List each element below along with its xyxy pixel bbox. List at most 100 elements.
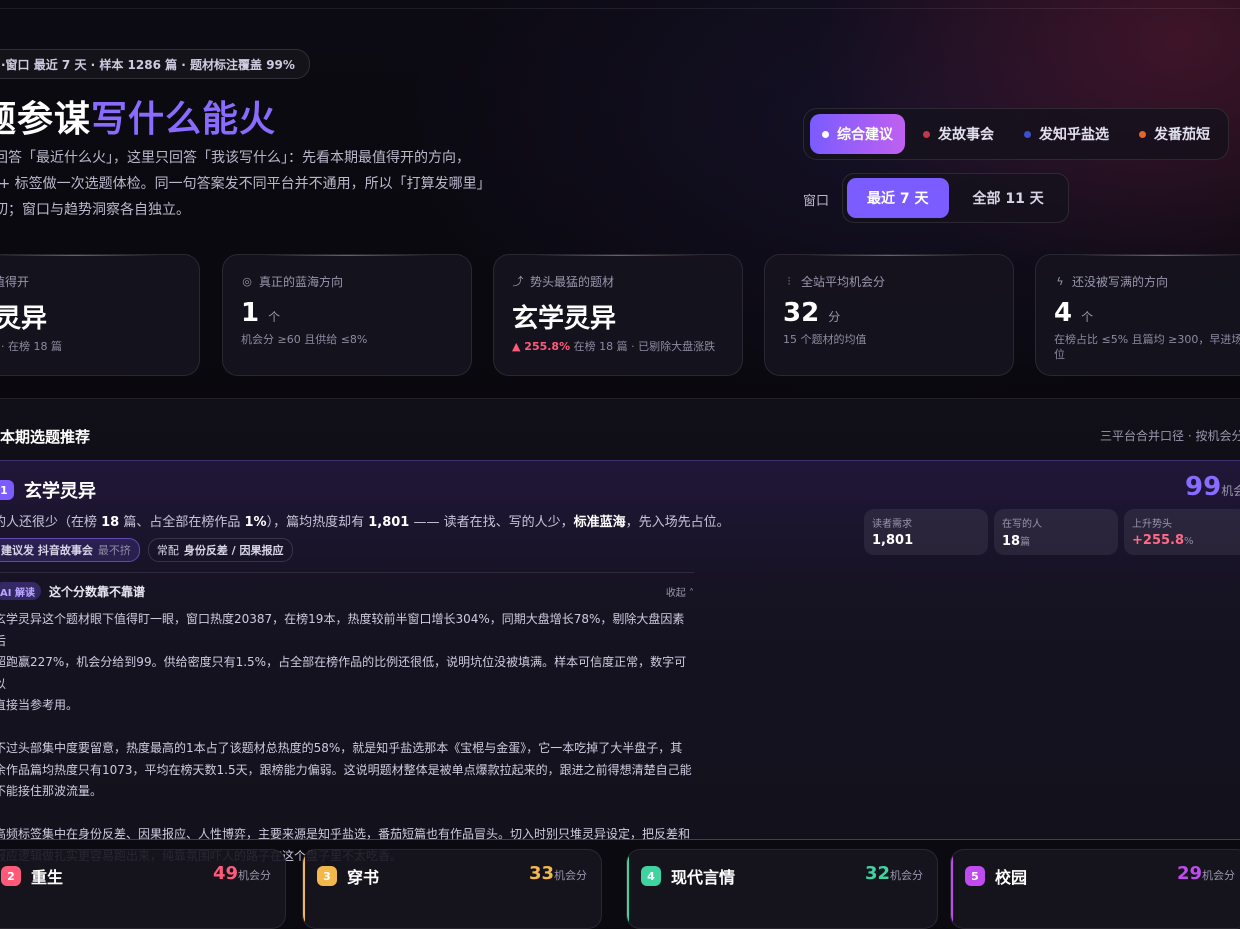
- stat-sub: 分 99 · 在榜 18 篇: [0, 340, 62, 353]
- card-score: 33机会分: [529, 863, 587, 884]
- featured-metrics: 读者需求 1,801 在写的人 18篇 上升势头 +255.8%: [864, 509, 1240, 555]
- metric-unit: %: [1184, 536, 1194, 547]
- tag-combo-chip[interactable]: 常配 身份反差 / 因果报应: [147, 538, 293, 562]
- window-option-7d[interactable]: 最近 7 天: [847, 178, 949, 218]
- window-label: 窗口: [803, 194, 830, 209]
- window-option-all[interactable]: 全部 11 天: [953, 178, 1064, 218]
- stat-card-unfilled: ϟ 还没被写满的方向 4 个 在榜占比 ≤5% 且篇均 ≥300，早进场 位: [1035, 254, 1240, 376]
- summary-strong: 1%: [244, 515, 267, 530]
- summary-text: ），篇均热度却有: [266, 515, 369, 530]
- summary-text: 写的人还很少（在榜: [0, 515, 98, 530]
- topic-card-book-transmigration[interactable]: 3 穿书 33机会分: [302, 849, 602, 929]
- page-title-purple: 写什么能火: [91, 99, 277, 140]
- stat-unit: 个: [1081, 310, 1094, 324]
- score-unit: 机会分: [1202, 869, 1235, 882]
- summary-strong: 18: [101, 515, 120, 530]
- page-title: 题参谋写什么能火: [0, 90, 276, 142]
- stat-label: 期最值得开: [0, 273, 181, 290]
- sample-info-text: ·窗口 最近 7 天 · 样本 1286 篇 · 题材标注覆盖 99%: [1, 57, 295, 72]
- tab-comprehensive[interactable]: 综合建议: [810, 114, 905, 154]
- stat-label-text: 期最值得开: [0, 275, 30, 289]
- stat-value-text: 32: [783, 298, 820, 328]
- stat-label-text: 全站平均机会分: [801, 275, 886, 289]
- stat-value-text: 1: [241, 298, 260, 328]
- card-name: 重生: [31, 868, 64, 887]
- summary-text: —— 读者在找、写的人少，: [409, 515, 574, 530]
- stat-label: ⫶ 全站平均机会分: [783, 273, 995, 290]
- stat-value-text: 玄学灵异: [512, 304, 617, 334]
- topic-card-campus[interactable]: 5 校园 29机会分: [950, 849, 1240, 929]
- card-header: 2 重生: [1, 864, 63, 888]
- dot-icon: [1139, 130, 1146, 138]
- ai-divider: [0, 572, 694, 573]
- chip-strong: 身份反差 / 因果报应: [183, 544, 284, 557]
- score-unit: 机会分: [554, 869, 587, 882]
- card-accent: [303, 850, 305, 928]
- stat-value: 玄学灵异: [512, 298, 724, 335]
- window-toggle: 最近 7 天 全部 11 天: [842, 173, 1069, 223]
- page-title-white: 题参谋: [0, 99, 92, 140]
- metric-supply: 在写的人 18篇: [994, 509, 1118, 555]
- target-icon: ◎: [242, 274, 252, 288]
- stat-label-text: 真正的蓝海方向: [259, 275, 344, 289]
- dot-icon: [822, 130, 829, 138]
- ai-interpretation-header: AI 解读 这个分数靠不靠谱 收起 ˄: [0, 582, 694, 600]
- stat-growth: ▲ 255.8%: [512, 340, 571, 353]
- stat-value: 1 个: [241, 298, 453, 328]
- topic-card-modern-romance[interactable]: 4 现代言情 32机会分: [626, 849, 938, 929]
- stat-card-average: ⫶ 全站平均机会分 32 分 15 个题材的均值: [764, 254, 1014, 376]
- platform-suggestion-chip[interactable]: 建议发 抖音故事会 最不挤: [0, 538, 140, 562]
- score-value: 29: [1176, 863, 1202, 884]
- topic-card-rebirth[interactable]: 2 重生 49机会分: [0, 849, 286, 929]
- stat-card-blue-ocean: ◎ 真正的蓝海方向 1 个 机会分 ≥60 且供给 ≤8%: [222, 254, 472, 376]
- score-value: 49: [212, 863, 238, 884]
- rank-badge: 1: [0, 480, 14, 500]
- metric-value: +255.8%: [1132, 533, 1240, 548]
- metric-unit: 篇: [1020, 537, 1031, 548]
- score-value: 32: [864, 863, 890, 884]
- stat-card-momentum: ⤴ 势头最猛的题材 玄学灵异 ▲ 255.8% 在榜 18 篇 · 已剔除大盘涨跌: [493, 254, 743, 376]
- metric-value: 18篇: [1002, 533, 1110, 549]
- card-header: 5 校园: [965, 864, 1027, 888]
- metric-momentum: 上升势头 +255.8%: [1124, 509, 1240, 555]
- tab-label: 发知乎盐选: [1039, 127, 1109, 143]
- stat-value: 学灵异: [0, 298, 181, 335]
- trend-up-icon: ⤴: [512, 274, 524, 288]
- tab-fanqie[interactable]: 发番茄短: [1127, 114, 1222, 154]
- card-name: 现代言情: [671, 868, 736, 887]
- stat-label-text: 还没被写满的方向: [1072, 275, 1169, 289]
- metric-value-text: +255.8: [1132, 533, 1185, 548]
- score-unit: 机会分: [890, 869, 923, 882]
- stat-unit: 分: [828, 310, 841, 324]
- stat-value: 32 分: [783, 298, 995, 328]
- tab-gushihui[interactable]: 发故事会: [911, 114, 1006, 154]
- score-unit: 机会分: [238, 869, 271, 882]
- card-score: 29机会分: [1177, 863, 1235, 884]
- recommend-header-bar: [0, 398, 1240, 460]
- collapse-button[interactable]: 收起 ˄: [666, 584, 694, 599]
- bar-chart-icon: ⫶: [787, 274, 791, 288]
- description-line: 察回答「最近什么火」，这里只回答「我该写什么」：先看本期最值得开的方向，: [0, 150, 470, 166]
- dot-icon: [923, 130, 930, 138]
- featured-name: 玄学灵异: [24, 481, 96, 502]
- card-name: 校园: [995, 868, 1028, 887]
- rank-badge: 3: [317, 866, 337, 886]
- stat-label: ϟ 还没被写满的方向: [1054, 273, 1240, 290]
- stat-sub: 机会分 ≥60 且供给 ≤8%: [241, 333, 368, 346]
- ai-badge: AI 解读: [0, 582, 41, 600]
- metric-label: 读者需求: [872, 519, 912, 530]
- recommend-title: 本期选题推荐: [0, 428, 91, 446]
- chip-text: 建议发 抖音故事会: [1, 544, 93, 557]
- stat-sub: 在榜占比 ≤5% 且篇均 ≥300，早进场 位: [1054, 333, 1240, 361]
- summary-strong: 标准蓝海: [573, 515, 626, 530]
- card-name: 穿书: [347, 868, 380, 887]
- summary-text: 篇、占全部在榜作品: [119, 515, 245, 530]
- score-value: 99: [1185, 472, 1222, 502]
- dot-icon: [1024, 130, 1031, 138]
- stat-label: ◎ 真正的蓝海方向: [241, 273, 453, 290]
- featured-score: 99机会分: [1185, 472, 1240, 502]
- tab-zhihu[interactable]: 发知乎盐选: [1012, 114, 1121, 154]
- metric-value-text: 1,801: [872, 533, 914, 548]
- card-accent: [951, 850, 953, 928]
- page-content: ·窗口 最近 7 天 · 样本 1286 篇 · 题材标注覆盖 99% 题参谋写…: [0, 0, 1240, 929]
